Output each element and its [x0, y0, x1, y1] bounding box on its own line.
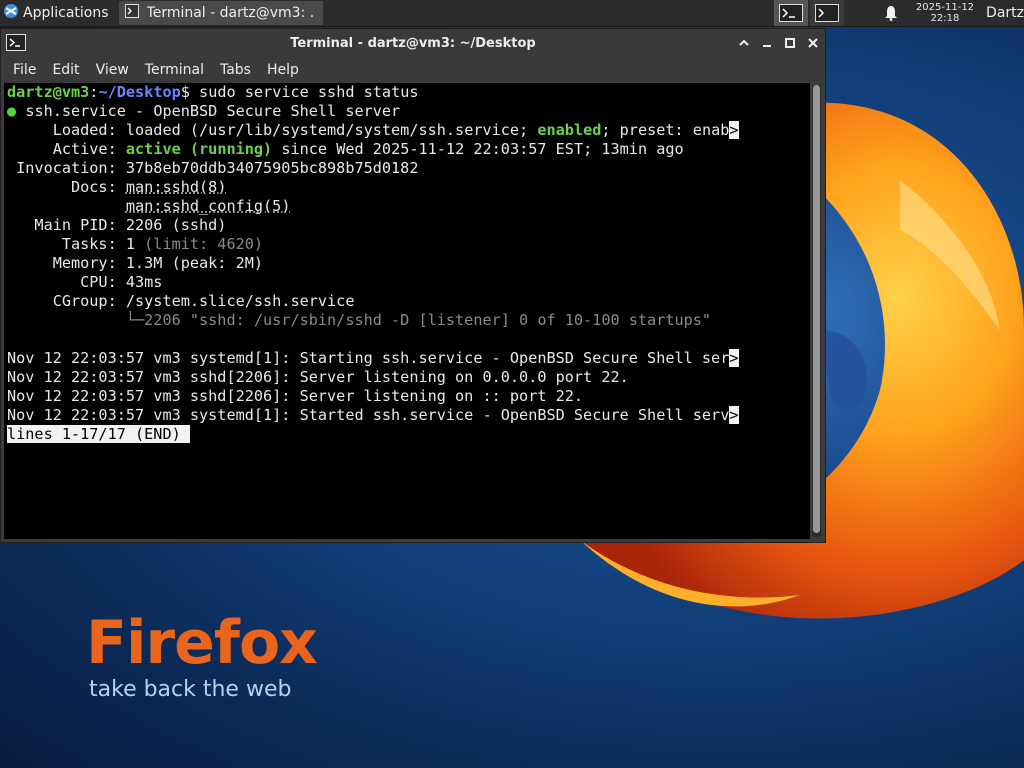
docs-line-2: man:sshd_config(5) — [7, 197, 810, 216]
window-titlebar[interactable]: Terminal - dartz@vm3: ~/Desktop — [1, 29, 825, 57]
terminal-icon — [814, 4, 839, 22]
taskbar-terminal-label: Terminal - dartz@vm3: ... — [146, 5, 315, 21]
active-line: Active: active (running) since Wed 2025-… — [7, 140, 684, 158]
window-controls — [731, 34, 823, 52]
prompt-path: ~/Desktop — [98, 83, 181, 101]
log-line: Nov 12 22:03:57 vm3 systemd[1]: Starting… — [7, 349, 739, 367]
workspace-1-button[interactable] — [773, 0, 808, 26]
cpu-line: CPU: 43ms — [7, 273, 163, 291]
close-button[interactable] — [803, 34, 823, 52]
user-menu[interactable]: Dartz — [986, 5, 1024, 21]
terminal-scrollbar[interactable] — [812, 85, 821, 537]
workspace-2-button[interactable] — [809, 0, 844, 26]
docs-line: Docs: man:sshd(8) — [7, 178, 227, 196]
terminal-output[interactable]: dartz@vm3:~/Desktop$ sudo service sshd s… — [4, 83, 810, 539]
terminal-icon — [778, 4, 803, 22]
terminal-icon — [6, 34, 26, 55]
prompt-user: dartz@vm3 — [7, 83, 90, 101]
menu-terminal[interactable]: Terminal — [137, 62, 212, 78]
notification-bell-icon[interactable] — [884, 5, 898, 21]
menu-view[interactable]: View — [88, 62, 137, 78]
clock-date: 2025-11-12 — [915, 2, 975, 13]
xfce-logo-icon — [3, 3, 19, 23]
log-line: Nov 12 22:03:57 vm3 systemd[1]: Started … — [7, 406, 739, 424]
docs-link-sshd[interactable]: man:sshd(8) — [126, 178, 227, 196]
menu-file[interactable]: File — [5, 62, 44, 78]
menu-edit[interactable]: Edit — [44, 62, 87, 78]
prompt-line: dartz@vm3:~/Desktop$ sudo service sshd s… — [7, 83, 419, 101]
wallpaper-title: Firefox — [86, 608, 318, 678]
cgroup-line: CGroup: /system.slice/ssh.service — [7, 292, 355, 310]
log-line: Nov 12 22:03:57 vm3 sshd[2206]: Server l… — [7, 387, 584, 405]
command-text: sudo service sshd status — [199, 83, 419, 101]
wallpaper-tagline: take back the web — [89, 677, 292, 702]
cgroup-child-line: └─2206 "sshd: /usr/sbin/sshd -D [listene… — [7, 311, 712, 329]
taskbar-terminal-button[interactable]: Terminal - dartz@vm3: ... — [118, 1, 323, 25]
invocation-line: Invocation: 37b8eb70ddb34075905bc898b75d… — [7, 159, 419, 177]
top-panel: Applications Terminal - dartz@vm3: ... 2… — [0, 0, 1024, 27]
window-title: Terminal - dartz@vm3: ~/Desktop — [290, 35, 536, 51]
log-line: Nov 12 22:03:57 vm3 sshd[2206]: Server l… — [7, 368, 629, 386]
minimize-button[interactable] — [757, 34, 777, 52]
clock-time: 22:18 — [930, 13, 960, 24]
chevron-up-icon[interactable] — [734, 34, 754, 52]
menu-tabs[interactable]: Tabs — [212, 62, 259, 78]
scrollbar-thumb[interactable] — [813, 85, 820, 533]
memory-line: Memory: 1.3M (peak: 2M) — [7, 254, 264, 272]
pager-status: lines 1-17/17 (END) — [7, 425, 190, 443]
terminal-icon — [124, 4, 139, 22]
terminal-window: Terminal - dartz@vm3: ~/Desktop File Edi… — [0, 28, 826, 543]
menu-bar: File Edit View Terminal Tabs Help — [1, 57, 825, 83]
maximize-button[interactable] — [780, 34, 800, 52]
applications-label: Applications — [23, 5, 109, 21]
status-dot-icon: ● — [7, 102, 17, 120]
applications-menu-button[interactable]: Applications — [0, 0, 115, 26]
panel-clock[interactable]: 2025-11-12 22:18 — [916, 2, 974, 24]
pager-status-line: lines 1-17/17 (END) — [7, 425, 810, 444]
menu-help[interactable]: Help — [259, 62, 307, 78]
main-pid-line: Main PID: 2206 (sshd) — [7, 216, 227, 234]
tasks-line: Tasks: 1 (limit: 4620) — [7, 235, 264, 253]
docs-link-sshd-config[interactable]: man:sshd_config(5) — [126, 197, 291, 215]
unit-line: ● ssh.service - OpenBSD Secure Shell ser… — [7, 102, 401, 120]
wallpaper-brand: Firefox take back the web — [86, 608, 318, 704]
loaded-line: Loaded: loaded (/usr/lib/systemd/system/… — [7, 121, 739, 139]
